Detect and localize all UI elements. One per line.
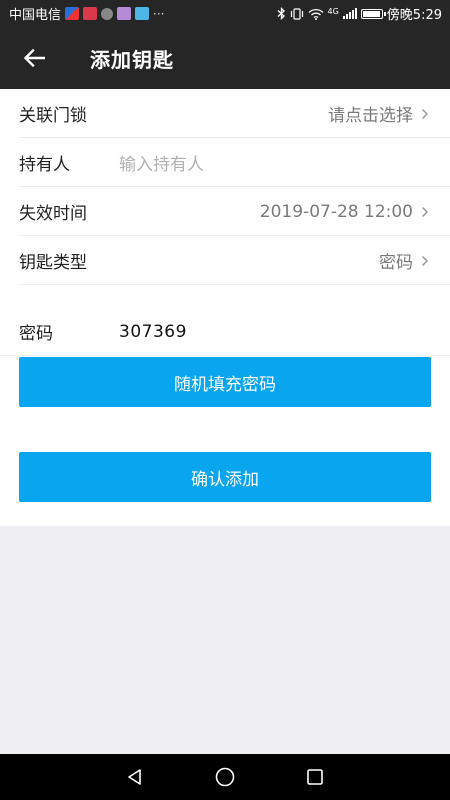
holder-row: 持有人 输入持有人 [0,138,450,187]
nav-back-button[interactable] [115,757,155,797]
photo-app-icon [117,7,132,20]
expiry-time-row[interactable]: 失效时间 2019-07-28 12:00 [0,187,450,236]
signal-icon [342,8,357,19]
back-button[interactable] [0,27,70,89]
info-icon [101,7,114,20]
more-notifications: ··· [153,6,165,21]
status-right: 4G 傍晚5:29 [277,4,442,23]
network-type: 4G [327,7,339,16]
linked-lock-value: 请点击选择 [328,106,413,126]
bluetooth-icon [277,7,285,20]
circle-home-icon [215,767,235,787]
message-app-icon [135,7,150,20]
expiry-time-label: 失效时间 [19,204,87,224]
key-type-row[interactable]: 钥匙类型 密码 [0,236,450,285]
chevron-right-icon [421,206,429,217]
video-app-icon [83,7,98,20]
battery-icon [360,8,386,19]
nav-home-button[interactable] [205,757,245,797]
app-notification-icon [65,7,80,20]
page-title: 添加钥匙 [90,47,174,72]
wifi-icon [308,8,323,20]
vibrate-icon [290,7,303,20]
chevron-right-icon [421,255,429,266]
password-row: 密码 307369 [0,308,450,356]
status-bar: 中国电信 ··· 4G 傍晚5:29 [0,0,450,27]
status-time: 傍晚5:29 [386,8,442,23]
carrier-label: 中国电信 [9,8,62,23]
square-recent-icon [307,769,323,785]
key-type-value: 密码 [379,253,413,273]
title-bar: 添加钥匙 [0,27,450,89]
nav-recent-button[interactable] [295,757,335,797]
password-field[interactable]: 307369 [119,322,187,342]
system-nav-bar [0,754,450,800]
linked-lock-row[interactable]: 关联门锁 请点击选择 [0,89,450,138]
holder-input[interactable]: 输入持有人 [119,150,431,175]
arrow-left-icon [23,49,45,67]
holder-label: 持有人 [19,155,70,175]
expiry-time-value: 2019-07-28 12:00 [259,201,413,222]
linked-lock-label: 关联门锁 [19,106,87,126]
form-content: 关联门锁 请点击选择 持有人 输入持有人 失效时间 2019-07-28 12:… [0,89,450,526]
battery-level-fill [362,10,380,17]
triangle-back-icon [128,769,141,785]
chevron-right-icon [421,108,429,119]
confirm-add-button[interactable]: 确认添加 [19,452,431,502]
key-type-label: 钥匙类型 [19,253,87,273]
status-left: 中国电信 ··· [9,4,165,24]
random-fill-password-button[interactable]: 随机填充密码 [19,357,431,407]
password-label: 密码 [19,324,53,344]
